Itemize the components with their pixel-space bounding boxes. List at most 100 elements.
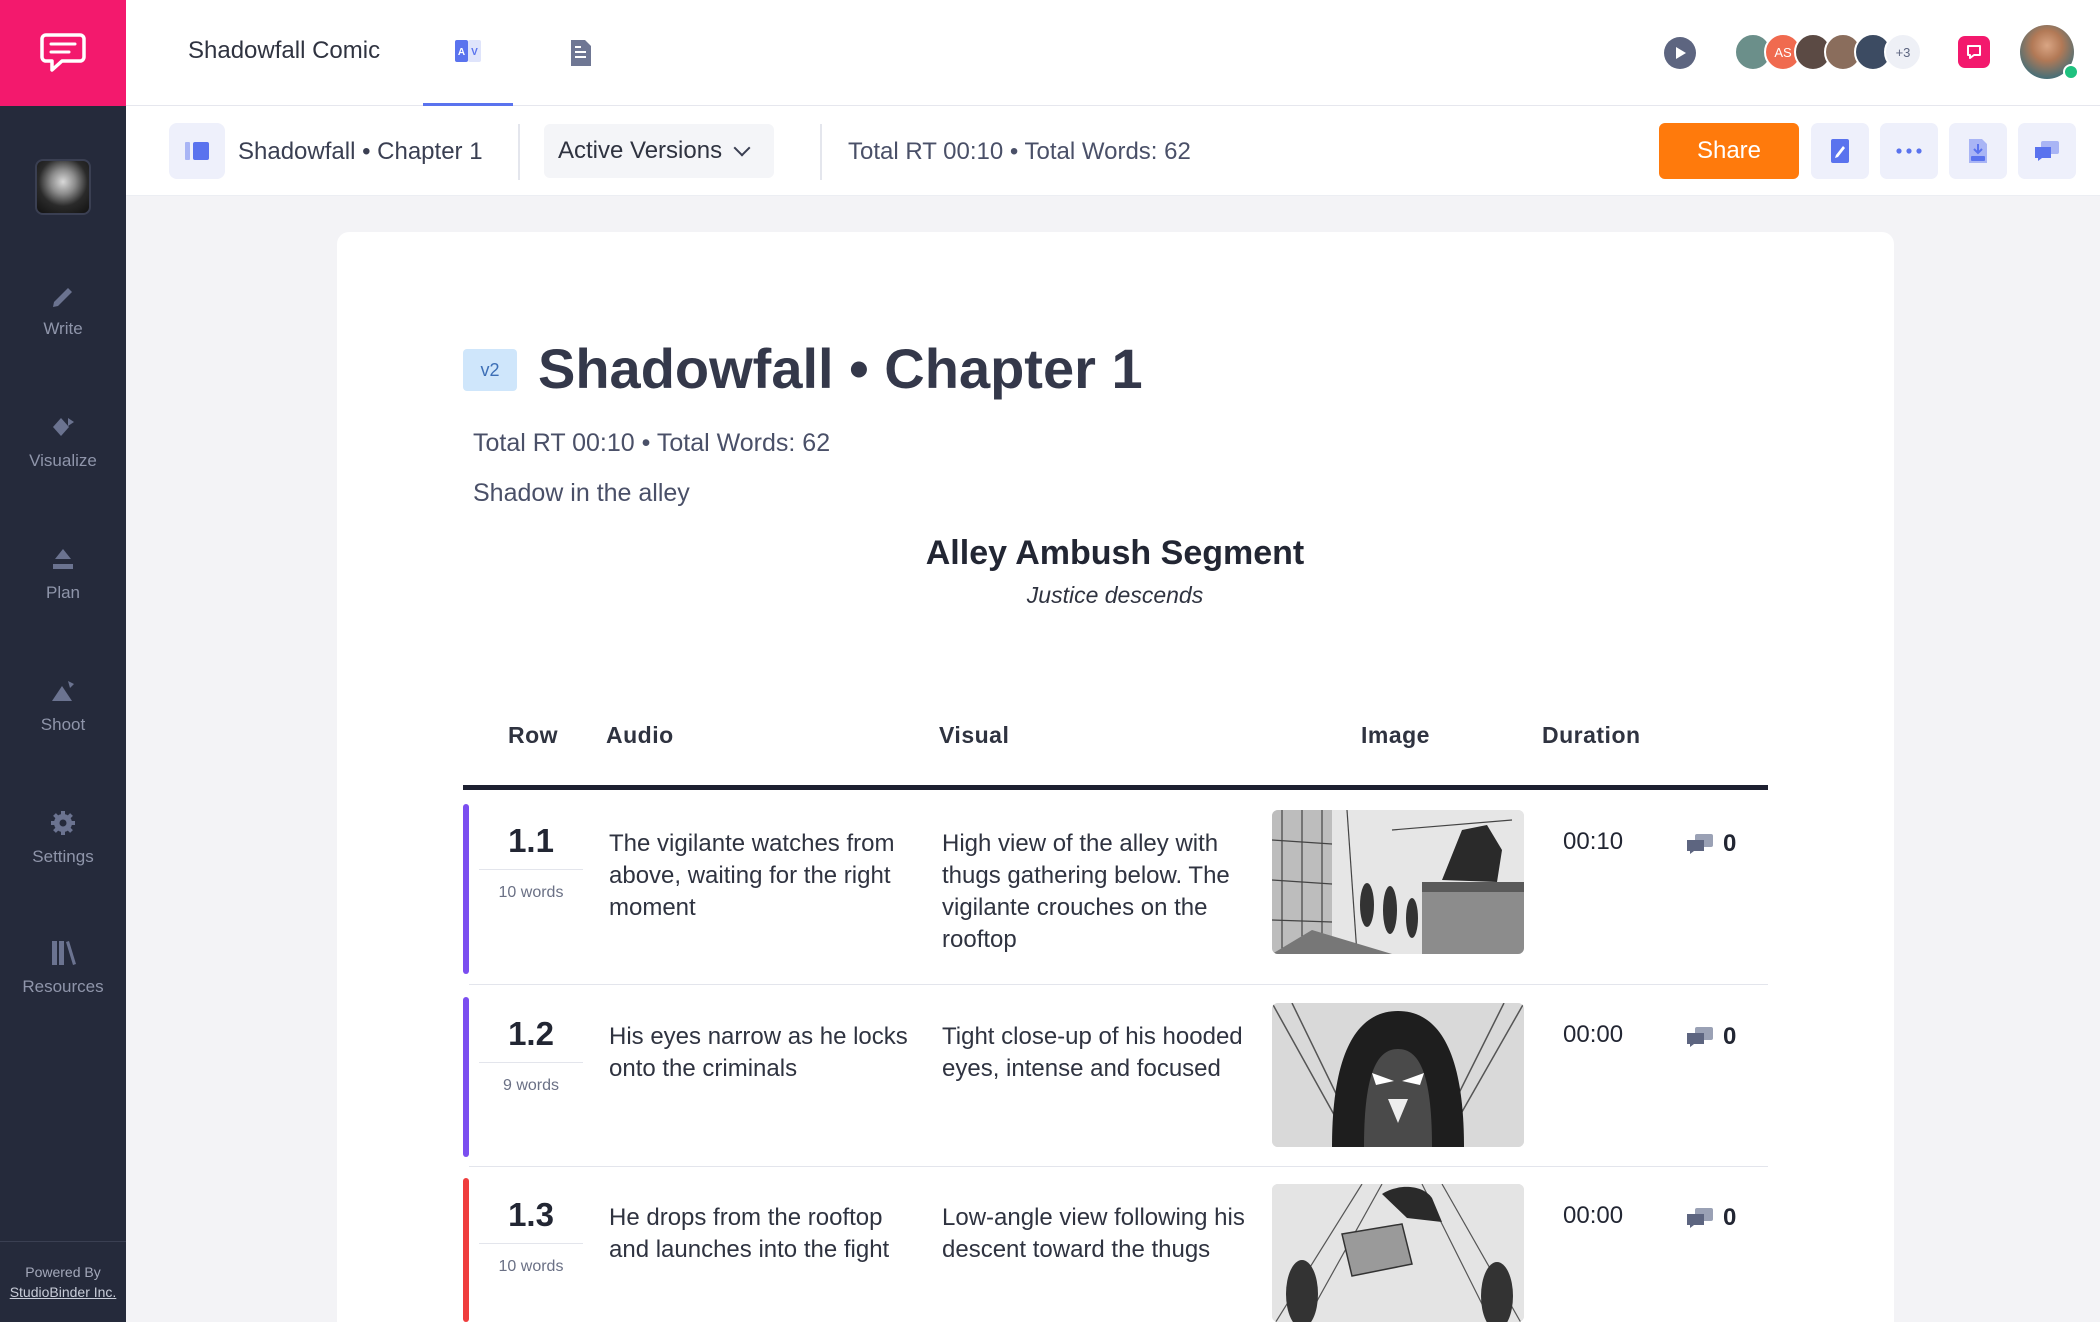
document-stats: Total RT 00:10 • Total Words: 62: [473, 429, 831, 457]
pencil-icon: [53, 288, 72, 307]
sidebar-item-visualize[interactable]: Visualize: [0, 412, 126, 471]
notebook-icon: [1831, 139, 1849, 163]
row-word-count: 10 words: [498, 884, 564, 901]
toolbar-stats: Total RT 00:10 • Total Words: 62: [848, 138, 1191, 165]
row-word-count: 9 words: [502, 1077, 560, 1094]
column-header-duration: Duration: [1542, 722, 1641, 748]
column-header-row: Row: [508, 722, 559, 748]
audio-cell[interactable]: The vigilante watches from above, waitin…: [609, 828, 919, 924]
company-link[interactable]: StudioBinder Inc.: [0, 1282, 126, 1302]
play-button[interactable]: [1664, 37, 1696, 69]
storyboard-image[interactable]: [1272, 1003, 1524, 1147]
row-comments[interactable]: 0: [1685, 1204, 1736, 1232]
comment-count: 0: [1723, 830, 1737, 857]
storyboard-image[interactable]: [1272, 810, 1524, 954]
visual-cell[interactable]: Low-angle view following his descent tow…: [942, 1202, 1252, 1266]
project-thumbnail[interactable]: [35, 159, 91, 215]
sidebar-item-resources[interactable]: Resources: [0, 938, 126, 997]
play-icon: [1676, 47, 1686, 59]
collaborator-avatars[interactable]: AS +3: [1734, 33, 1922, 73]
table-row[interactable]: 1.1 10 words The vigilante watches from …: [463, 804, 1768, 985]
top-bar: Shadowfall Comic A V AS +3: [126, 0, 2100, 106]
duration-cell[interactable]: 00:00: [1563, 1021, 1623, 1049]
descent-sketch-image: [1272, 1184, 1524, 1322]
document-toolbar: Shadowfall • Chapter 1 Active Versions T…: [126, 106, 2100, 196]
alley-sketch-image: [1272, 810, 1524, 954]
powered-by: Powered By StudioBinder Inc.: [0, 1262, 126, 1302]
toolbar-doc-title[interactable]: Shadowfall • Chapter 1: [238, 138, 483, 166]
column-header-audio: Audio: [606, 722, 674, 748]
row-comments[interactable]: 0: [1685, 830, 1736, 858]
sidebar-item-settings[interactable]: Settings: [0, 808, 126, 867]
online-status-dot: [2063, 64, 2079, 80]
export-pdf-button[interactable]: [1949, 123, 2007, 179]
segment-title[interactable]: Alley Ambush Segment: [862, 534, 1368, 573]
page-title[interactable]: Shadowfall • Chapter 1: [538, 336, 1143, 401]
sidebar-item-label: Write: [43, 319, 83, 338]
visual-cell[interactable]: Tight close-up of his hooded eyes, inten…: [942, 1021, 1252, 1085]
panel-icon: [185, 142, 209, 160]
document-icon: [571, 40, 591, 66]
sidebar-divider: [0, 1241, 126, 1242]
chat-icon: [1967, 45, 1981, 59]
visual-cell[interactable]: High view of the alley with thugs gather…: [942, 828, 1252, 956]
storyboard-image[interactable]: [1272, 1184, 1524, 1322]
segment-tagline[interactable]: Justice descends: [862, 582, 1368, 609]
av-script-icon: A V: [455, 39, 481, 62]
duration-cell[interactable]: 00:00: [1563, 1202, 1623, 1230]
duration-cell[interactable]: 00:10: [1563, 828, 1623, 856]
table-row[interactable]: 1.2 9 words His eyes narrow as he locks …: [463, 997, 1768, 1167]
comment-count: 0: [1723, 1023, 1737, 1050]
svg-text:V: V: [471, 47, 478, 58]
sidebar-item-label: Settings: [32, 847, 94, 866]
share-button[interactable]: Share: [1659, 123, 1799, 179]
versions-dropdown[interactable]: Active Versions: [544, 124, 774, 178]
pdf-icon: [1969, 139, 1987, 163]
tab-av-script[interactable]: A V: [423, 0, 513, 106]
row-word-count: 10 words: [498, 1258, 564, 1275]
version-badge[interactable]: v2: [463, 349, 517, 391]
row-comments[interactable]: 0: [1685, 1023, 1736, 1051]
row-divider: [469, 984, 1768, 985]
toolbar-divider: [518, 124, 520, 180]
sidebar: Write Visualize Plan Shoot Settings Reso…: [0, 0, 126, 1322]
sidebar-item-label: Resources: [22, 977, 104, 996]
document-subtitle[interactable]: Shadow in the alley: [473, 479, 690, 508]
camera-icon: [52, 681, 74, 701]
books-icon: [52, 941, 76, 965]
audio-cell[interactable]: He drops from the rooftop and launches i…: [609, 1202, 919, 1266]
more-options-button[interactable]: [1880, 123, 1938, 179]
sidebar-item-label: Plan: [45, 583, 81, 602]
sidebar-item-shoot[interactable]: Shoot: [0, 676, 126, 735]
row-number-divider: [479, 869, 583, 870]
sidebar-item-label: Shoot: [40, 715, 86, 734]
comment-icon: [1687, 1208, 1713, 1228]
row-number: 1.1: [508, 822, 554, 859]
notes-button[interactable]: [1811, 123, 1869, 179]
sidebar-item-plan[interactable]: Plan: [0, 544, 126, 603]
column-header-visual: Visual: [939, 722, 1010, 748]
toolbar-divider: [820, 124, 822, 180]
chevron-down-icon: [733, 139, 751, 157]
column-header-image: Image: [1361, 722, 1430, 748]
comment-count: 0: [1723, 1204, 1737, 1231]
studiobinder-logo[interactable]: [0, 0, 126, 106]
audio-cell[interactable]: His eyes narrow as he locks onto the cri…: [609, 1021, 919, 1085]
comments-icon: [2035, 141, 2059, 161]
powered-by-label: Powered By: [25, 1264, 101, 1280]
comments-panel-button[interactable]: [2018, 123, 2076, 179]
project-title[interactable]: Shadowfall Comic: [188, 37, 380, 65]
toggle-panel-button[interactable]: [169, 123, 225, 179]
comment-icon: [1687, 1027, 1713, 1047]
versions-dropdown-label: Active Versions: [558, 137, 723, 164]
hooded-face-sketch-image: [1272, 1003, 1524, 1147]
tab-document[interactable]: [546, 0, 616, 106]
row-color-bar: [463, 997, 469, 1157]
table-row[interactable]: 1.3 10 words He drops from the rooftop a…: [463, 1178, 1768, 1322]
row-number: 1.3: [508, 1196, 554, 1233]
chat-button[interactable]: [1958, 36, 1990, 68]
more-collaborators-badge[interactable]: +3: [1884, 33, 1922, 71]
chat-logo-icon: [40, 33, 86, 72]
sidebar-item-write[interactable]: Write: [0, 280, 126, 339]
svg-text:A: A: [458, 47, 465, 58]
